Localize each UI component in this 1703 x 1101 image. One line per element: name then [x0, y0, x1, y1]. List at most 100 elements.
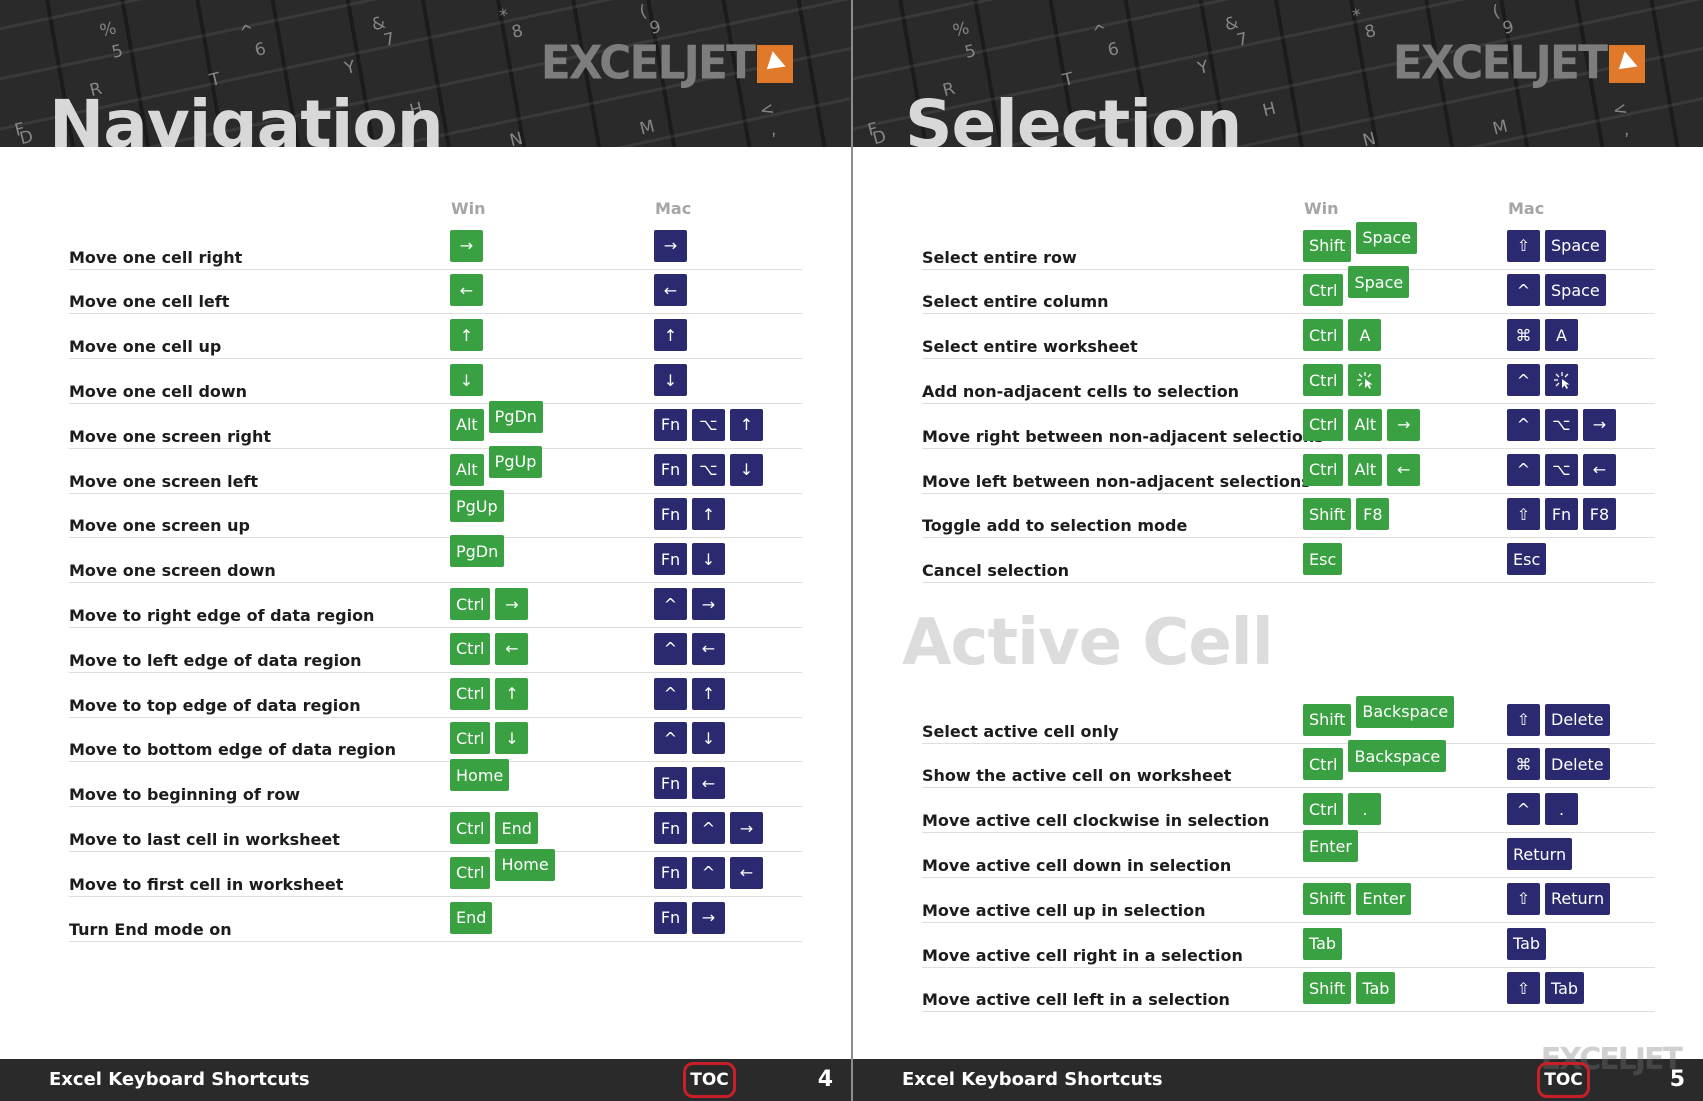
mac-keys: ⇧ Return — [1507, 882, 1611, 915]
keycap-label: 8 — [1362, 20, 1379, 44]
keycap-label: M — [637, 116, 657, 140]
win-keys: Esc — [1303, 543, 1343, 576]
key-mac: Space — [1545, 274, 1606, 307]
shortcut-label: Select entire row — [922, 247, 1077, 267]
key-mac: Fn — [654, 453, 687, 486]
key-mac: ← — [1583, 453, 1616, 486]
key-win: ↑ — [450, 319, 483, 352]
win-keys: Home — [450, 759, 510, 799]
win-keys: Ctrl Alt → — [1303, 408, 1421, 441]
keycap-label: 9 — [647, 16, 664, 40]
shortcut-row: Cancel selection Esc Esc — [922, 539, 1655, 584]
shortcut-label: Toggle add to selection mode — [922, 516, 1188, 536]
win-keys: ↑ — [450, 319, 483, 352]
logo-text: EXCELJET — [540, 36, 756, 91]
key-mac: ← — [654, 274, 687, 307]
win-keys: Ctrl Home — [450, 848, 555, 889]
page-navigation: % 5 ^ 6 & 7 * 8(9 T Y R F H D N M <, EXCELJET Navigation… — [0, 0, 851, 1101]
mac-keys: ⇧ Space — [1507, 229, 1606, 262]
mac-keys: ⇧ Fn F8 — [1507, 498, 1616, 531]
shortcut-label: Select entire worksheet — [922, 337, 1138, 357]
page-selection: % 5 ^ 6 & 7 * 8(9 T Y R F H D N M <, EXCELJET Selection … — [851, 0, 1703, 1101]
key-mac: → — [692, 901, 725, 934]
mac-keys: ^ ⌥ → — [1507, 408, 1616, 441]
key-win: Tab — [1356, 972, 1396, 1005]
shortcut-row: Select entire column Ctrl Space ^ Space — [922, 266, 1655, 315]
shortcut-label: Move active cell clockwise in selection — [922, 811, 1270, 831]
shortcut-row: Move one screen left Alt PgUp Fn ⌥ ↓ — [69, 445, 802, 494]
shortcut-row: Move to left edge of data region Ctrl ← ^ ← — [69, 628, 802, 673]
shortcut-row: Move one cell right → → — [69, 225, 802, 270]
mac-keys: ⌘ Delete — [1507, 748, 1610, 781]
key-mac: ↓ — [692, 543, 725, 576]
key-mac: ^ — [1507, 793, 1540, 826]
key-win: PgDn — [450, 535, 505, 568]
shortcut-label: Add non-adjacent cells to selection — [922, 382, 1240, 402]
key-mac: ⇧ — [1507, 882, 1540, 915]
key-win: Shift — [1303, 703, 1352, 736]
key-mac: ↓ — [654, 364, 687, 397]
key-win: Ctrl — [450, 588, 491, 621]
shortcut-label: Move one cell left — [69, 292, 230, 312]
shortcut-row: Add non-adjacent cells to selection Ctrl ^ — [922, 359, 1655, 405]
key-mac: ^ — [692, 856, 725, 889]
key-mac: ↑ — [692, 498, 725, 531]
shortcut-label: Move one screen down — [69, 561, 276, 581]
toc-button[interactable]: TOC — [683, 1062, 736, 1098]
shortcut-row: Move right between non-adjacent selectio… — [922, 404, 1655, 449]
key-mac: ^ — [1507, 274, 1540, 307]
mac-keys: ↑ — [654, 319, 687, 352]
key-mac: ^ — [654, 588, 687, 621]
shortcut-label: Move active cell left in a selection — [922, 990, 1230, 1010]
keycap-label: % — [97, 18, 119, 42]
shortcut-label: Move to beginning of row — [69, 785, 301, 805]
key-mac: ↓ — [692, 722, 725, 755]
key-mac: ^ — [692, 812, 725, 845]
key-mac: ↑ — [730, 408, 763, 441]
key-mac: Return — [1545, 882, 1611, 915]
key-mac: ^ — [654, 677, 687, 710]
key-mac: Fn — [654, 856, 687, 889]
win-keys: Shift Enter — [1303, 882, 1412, 915]
key-mac: Fn — [654, 498, 687, 531]
shortcut-row: Move to top edge of data region Ctrl ↑ ^ ↑ — [69, 673, 802, 718]
shortcut-label: Show the active cell on worksheet — [922, 766, 1232, 786]
keycap-label: 5 — [109, 40, 126, 64]
column-header-win: Win — [1304, 199, 1339, 218]
key-win: Shift — [1303, 882, 1352, 915]
mac-keys: ⇧ Delete — [1507, 703, 1610, 736]
key-win: Enter — [1303, 830, 1358, 863]
key-mac: ← — [692, 632, 725, 665]
keycap-label: ^ — [237, 20, 257, 44]
footer-title: Excel Keyboard Shortcuts — [49, 1069, 310, 1090]
key-mac: ^ — [1507, 453, 1540, 486]
shortcut-row: Move active cell left in a selection Shif… — [922, 968, 1655, 1013]
section-title-active-cell: Active Cell — [902, 606, 1274, 680]
shortcut-label: Move one cell right — [69, 247, 243, 267]
page-footer: EXCELJET Excel Keyboard Shortcuts TOC 5 — [853, 1042, 1703, 1101]
key-win: ↓ — [495, 722, 529, 755]
shortcut-row: Select active cell only Shift Backspace ⇧ De… — [922, 695, 1655, 744]
key-mac: Fn — [654, 767, 687, 800]
win-keys: Ctrl End — [450, 812, 538, 845]
key-win: ← — [1387, 453, 1421, 486]
toc-button[interactable]: TOC — [1537, 1062, 1590, 1098]
keycap-label: Y — [1195, 57, 1211, 79]
keycap-label: N — [507, 128, 525, 147]
win-keys: Ctrl Alt ← — [1303, 453, 1421, 486]
mac-keys: Fn ^ → — [654, 812, 763, 845]
mac-keys: ← — [654, 274, 687, 307]
key-win: F8 — [1356, 498, 1390, 531]
win-keys: ↓ — [450, 364, 483, 397]
key-mac: . — [1545, 793, 1578, 826]
key-win: ← — [450, 274, 483, 307]
key-mac: ^ — [1507, 364, 1540, 397]
win-keys: End — [450, 901, 493, 934]
key-win: ↓ — [450, 364, 483, 397]
key-win: Ctrl — [1303, 408, 1344, 441]
key-win: Space — [1348, 266, 1410, 299]
key-mac: ↑ — [654, 319, 687, 352]
mac-keys: ↓ — [654, 364, 687, 397]
key-win: Ctrl — [450, 632, 491, 665]
shortcut-row: Move one screen up PgUp Fn ↑ — [69, 490, 802, 539]
